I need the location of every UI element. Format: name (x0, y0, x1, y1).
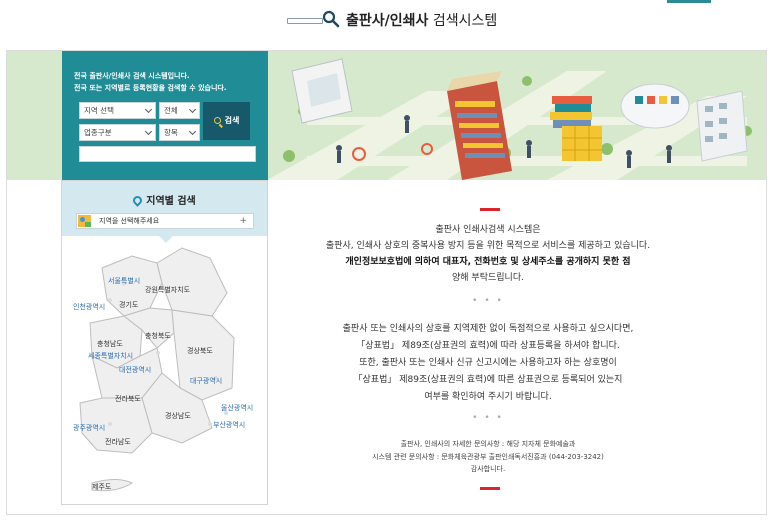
notice-paragraph-2: 출판사 또는 인쇄사의 상호를 지역제한 없이 독점적으로 사용하고 싶으시다면… (270, 321, 706, 406)
accent-bar-top (480, 208, 500, 211)
region-panel-title: 지역별 검색 (62, 192, 267, 207)
search-intro: 전국 출판사/인쇄사 검색 시스템입니다. 전국 또는 지역별로 등록현황을 검… (74, 70, 264, 94)
map-icon (78, 215, 91, 227)
chevron-down-icon (144, 127, 153, 136)
region-title-text: 지역별 검색 (146, 196, 196, 207)
page-title-strong: 출판사/인쇄사 (346, 13, 429, 29)
search-intro-line1: 전국 출판사/인쇄사 검색 시스템입니다. (74, 72, 190, 80)
notice-paragraph-3: 출판사, 인쇄사의 자세한 문의사항 : 해당 지자체 문화예술과 시스템 관련… (270, 438, 706, 476)
chevron-down-icon (188, 105, 197, 114)
search-button[interactable]: 검색 (203, 102, 250, 140)
page-title-rest: 검색시스템 (428, 13, 498, 29)
map-label-daegu[interactable]: 대구광역시 (190, 376, 222, 386)
notice-p2-line2: 「상표법」 제89조(상표권의 효력)에 따라 상표등록을 하셔야 합니다. (356, 341, 620, 351)
notice-p2-line3: 또한, 출판사 또는 인쇄사 신규 신고시에는 사용하고자 하는 상호명이 (359, 358, 617, 368)
notice-p3-line2: 시스템 관련 문의사항 : 문화체육관광부 출판인쇄독서진흥과 (044-203… (372, 452, 604, 461)
region-map-select[interactable]: 지역을 선택해주세요 + (76, 213, 254, 229)
notice-p3-line3: 감사합니다. (470, 465, 506, 473)
map-label-gyeonggi[interactable]: 경기도 (119, 300, 138, 310)
field-select-dropdown[interactable]: 항목 (159, 124, 200, 141)
map-label-chungnam[interactable]: 충청남도 (97, 339, 123, 349)
separator-dots: • • • (472, 413, 504, 423)
magnifier-icon (213, 117, 221, 124)
header: 출판사/인쇄사 검색시스템 (0, 0, 773, 42)
business-select-dropdown[interactable]: 업종구분 (79, 124, 156, 141)
chevron-down-icon (144, 105, 153, 114)
plus-icon: + (239, 216, 247, 226)
search-icon (322, 10, 340, 28)
separator-dots: • • • (472, 296, 504, 306)
map-label-sejong[interactable]: 세종특별자치시 (88, 351, 133, 361)
notice-p1-line3: 개인정보보호법에 의하여 대표자, 전화번호 및 상세주소를 공개하지 못한 점 (345, 257, 631, 267)
map-label-gyeongnam[interactable]: 경상남도 (165, 411, 191, 421)
region-map-select-placeholder: 지역을 선택해주세요 (99, 217, 160, 225)
korea-map[interactable] (62, 238, 267, 504)
notice-p1-line2: 출판사, 인쇄사 상호의 중복사용 방지 등을 위한 목적으로 서비스를 제공하… (325, 241, 651, 251)
map-label-jeonbuk[interactable]: 전라북도 (115, 394, 141, 404)
notice-paragraph-1: 출판사 인쇄사검색 시스템은 출판사, 인쇄사 상호의 중복사용 방지 등을 위… (270, 222, 706, 286)
map-label-jeonnam[interactable]: 전라남도 (105, 437, 131, 447)
map-label-seoul[interactable]: 서울특별시 (108, 276, 140, 286)
field-select-value: 항목 (164, 128, 178, 137)
notice-p2-line1: 출판사 또는 인쇄사의 상호를 지역제한 없이 독점적으로 사용하고 싶으시다면… (342, 324, 634, 334)
header-accent (667, 0, 711, 3)
map-label-gwangju[interactable]: 광주광역시 (73, 423, 105, 433)
scope-select-value: 전체 (164, 106, 178, 115)
map-label-ulsan[interactable]: 울산광역시 (221, 403, 253, 413)
chevron-down-icon (188, 127, 197, 136)
page-title: 출판사/인쇄사 검색시스템 (346, 10, 497, 30)
notice-p1-line4: 양해 부탁드립니다. (452, 273, 524, 283)
map-region-gangwon (156, 247, 228, 317)
header-decoration (287, 18, 323, 24)
business-select-value: 업종구분 (84, 128, 112, 137)
notice-p3-line1: 출판사, 인쇄사의 자세한 문의사항 : 해당 지자체 문화예술과 (400, 440, 576, 448)
keyword-input[interactable] (79, 146, 256, 162)
map-label-gyeongbuk[interactable]: 경상북도 (187, 346, 213, 356)
notice-p1-line1: 출판사 인쇄사검색 시스템은 (435, 225, 541, 235)
notice-p2-line4: 「상표법」 제89조(상표권의 효력)에 따른 상표권으로 등록되어 있는지 (353, 375, 623, 385)
map-label-daejeon[interactable]: 대전광역시 (119, 365, 151, 375)
region-select-value: 지역 선택 (84, 106, 114, 115)
map-label-busan[interactable]: 부산광역시 (213, 420, 245, 430)
scope-select-dropdown[interactable]: 전체 (159, 102, 200, 119)
region-select-dropdown[interactable]: 지역 선택 (79, 102, 156, 119)
accent-bar-bottom (480, 487, 500, 490)
map-label-chungbuk[interactable]: 충청북도 (145, 331, 171, 341)
map-label-gangwon[interactable]: 강원특별자치도 (145, 285, 190, 295)
search-intro-line2: 전국 또는 지역별로 등록현황을 검색할 수 있습니다. (74, 84, 227, 92)
map-label-jeju[interactable]: 제주도 (92, 482, 111, 492)
map-label-incheon[interactable]: 인천광역시 (73, 302, 105, 312)
notice-p2-line5: 여부를 확인하여 주시기 바랍니다. (424, 392, 552, 402)
location-pin-icon (131, 194, 145, 207)
search-button-label: 검색 (224, 116, 240, 125)
